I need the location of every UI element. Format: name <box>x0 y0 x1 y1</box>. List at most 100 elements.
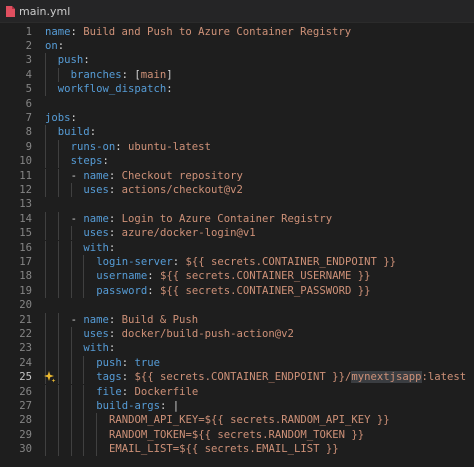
code-line[interactable]: 19 password: ${{ secrets.CONTAINER_PASSWO… <box>0 283 474 299</box>
yaml-punctuation: : <box>108 169 122 182</box>
indent-guide <box>83 398 85 414</box>
selected-text: mynextjsapp <box>351 371 422 384</box>
code-line[interactable]: 21 - name: Build & Push <box>0 312 474 327</box>
yaml-punctuation: : <box>172 255 186 268</box>
code-line[interactable]: 15 uses: azure/docker-login@v1 <box>0 226 474 241</box>
line-number: 16 <box>19 241 32 254</box>
indent-guide <box>57 226 59 241</box>
line-number: 18 <box>19 270 32 283</box>
code-text: on: <box>45 39 64 53</box>
yaml-punctuation: : <box>89 126 97 139</box>
indent-guide <box>83 427 85 443</box>
code-line[interactable]: 16 with: <box>0 240 474 255</box>
code-text: steps: <box>71 154 109 168</box>
line-number: 22 <box>19 327 32 340</box>
code-line[interactable]: 8 build: <box>0 125 474 140</box>
code-line[interactable]: 3 push: <box>0 53 474 68</box>
code-line[interactable]: 12 uses: actions/checkout@v2 <box>0 182 474 198</box>
indent-guide <box>45 240 46 255</box>
indent-guide <box>70 442 72 457</box>
code-text: with: <box>83 341 115 355</box>
yaml-punctuation: : <box>70 111 77 124</box>
yaml-value: ${{ secrets.CONTAINER_USERNAME }} <box>159 270 371 283</box>
yaml-punctuation: : <box>166 83 173 96</box>
code-text: branches: [main] <box>71 68 173 82</box>
code-line[interactable]: 20 <box>0 298 474 312</box>
code-line[interactable]: 10 steps: <box>0 154 474 169</box>
indent-guide <box>70 283 72 299</box>
code-line[interactable]: 26 file: Dockerfile <box>0 384 474 399</box>
code-line[interactable]: 27 build-args: | <box>0 398 474 414</box>
indent-guide <box>70 427 72 443</box>
line-number: 9 <box>25 140 32 153</box>
code-line[interactable]: 14 - name: Login to Azure Container Regis… <box>0 211 474 227</box>
line-number: 3 <box>25 54 32 67</box>
yaml-punctuation: : <box>108 327 122 340</box>
code-line[interactable]: 28 RANDOM_API_KEY=${{ secrets.RANDOM_API_… <box>0 413 474 428</box>
code-text: uses: azure/docker-login@v1 <box>83 226 255 240</box>
yaml-key: login-server <box>96 255 173 268</box>
indent-guide <box>83 442 85 457</box>
indent-guide <box>96 442 98 457</box>
yaml-punctuation: : <box>121 356 135 369</box>
sparkle-lightbulb-icon[interactable] <box>44 371 56 383</box>
code-line[interactable]: 22 uses: docker/build-push-action@v2 <box>0 326 474 342</box>
line-number: 8 <box>25 126 32 139</box>
code-line[interactable]: 6 <box>0 97 474 111</box>
code-line[interactable]: 25 tags: ${{ secrets.CONTAINER_ENDPOINT }… <box>0 370 474 385</box>
indent-guide <box>45 82 46 97</box>
code-text: push: <box>58 53 90 67</box>
yaml-punctuation: : <box>108 342 116 355</box>
code-text: uses: actions/checkout@v2 <box>83 183 242 197</box>
line-number: 17 <box>19 255 32 268</box>
code-text: uses: docker/build-push-action@v2 <box>83 327 294 341</box>
yaml-punctuation: : <box>121 385 135 398</box>
line-number: 10 <box>19 155 32 168</box>
indent-guide <box>83 254 85 270</box>
code-line[interactable]: 18 username: ${{ secrets.CONTAINER_USERNA… <box>0 269 474 284</box>
code-text: push: true <box>96 356 160 370</box>
yaml-key: steps <box>70 155 103 168</box>
code-line[interactable]: 23 with: <box>0 341 474 356</box>
line-number: 14 <box>19 212 32 225</box>
indent-guide <box>45 384 46 399</box>
code-line[interactable]: 2 on: <box>0 39 474 53</box>
yaml-value: ${{ secrets.CONTAINER_ENDPOINT }} <box>185 255 396 268</box>
code-line[interactable]: 17 login-server: ${{ secrets.CONTAINER_EN… <box>0 254 474 270</box>
indent-guide <box>83 370 85 385</box>
yaml-punctuation: : <box>115 140 129 153</box>
yaml-key: on <box>45 39 58 52</box>
yaml-key: name <box>83 212 109 225</box>
code-line[interactable]: 11 - name: Checkout repository <box>0 168 474 183</box>
code-line[interactable]: 24 push: true <box>0 355 474 371</box>
code-line[interactable]: 29 RANDOM_TOKEN=${{ secrets.RANDOM_TOKEN … <box>0 427 474 443</box>
yaml-key: username <box>96 270 148 283</box>
code-text: workflow_dispatch: <box>58 82 173 96</box>
code-line[interactable]: 4 branches: [main] <box>0 67 474 83</box>
code-editor[interactable]: 1 name: Build and Push to Azure Container… <box>0 22 474 467</box>
indent-guide <box>70 341 72 356</box>
indent-guide <box>70 226 72 241</box>
indent-guide <box>45 139 46 155</box>
yaml-punctuation: : [ <box>121 68 141 81</box>
yaml-value: main <box>140 68 167 81</box>
line-number: 11 <box>19 169 32 182</box>
tab-main-yml[interactable]: main.yml <box>0 0 70 22</box>
yaml-key: name <box>83 313 109 326</box>
indent-guide <box>45 182 46 198</box>
yaml-value: EMAIL_LIST=${{ secrets.EMAIL_LIST }} <box>109 443 339 456</box>
indent-guide <box>57 413 59 428</box>
code-line[interactable]: 9 runs-on: ubuntu-latest <box>0 139 474 155</box>
indent-guide <box>57 240 59 255</box>
code-line[interactable]: 1 name: Build and Push to Azure Container… <box>0 25 474 39</box>
indent-guide <box>57 67 59 83</box>
code-text: with: <box>83 241 115 255</box>
code-line[interactable]: 13 <box>0 197 474 211</box>
code-line[interactable]: 5 workflow_dispatch: <box>0 82 474 97</box>
code-line[interactable]: 30 EMAIL_LIST=${{ secrets.EMAIL_LIST }} <box>0 442 474 457</box>
yaml-key: build <box>57 126 90 139</box>
code-line[interactable]: 7 jobs: <box>0 111 474 125</box>
yaml-value: Login to Azure Container Registry <box>121 212 333 225</box>
code-text: build: <box>58 125 96 139</box>
code-text: - name: Build & Push <box>71 313 199 327</box>
